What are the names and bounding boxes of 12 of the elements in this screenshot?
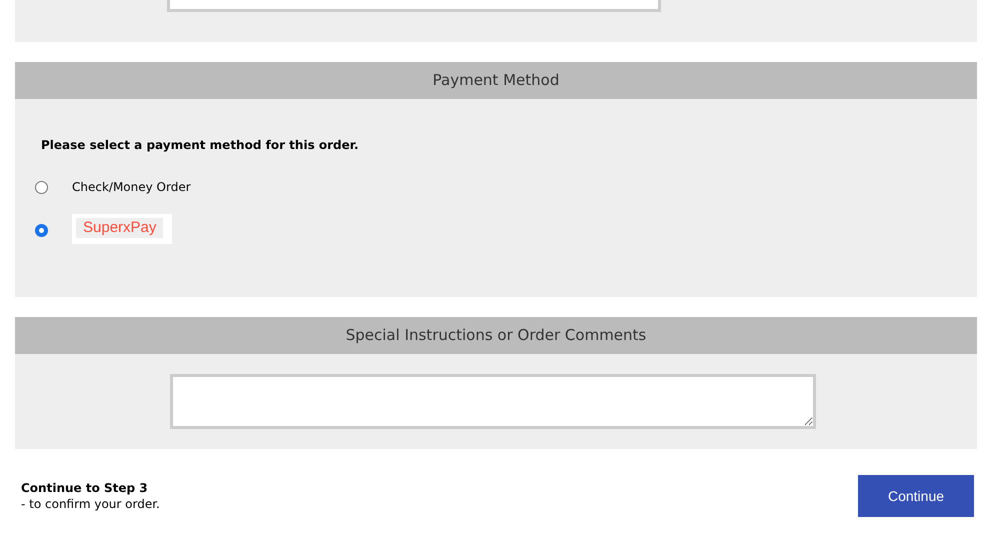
radio-button[interactable] (35, 180, 48, 194)
section-header: Special Instructions or Order Comments (15, 317, 977, 354)
input-field[interactable] (167, 0, 661, 12)
radio-button[interactable] (35, 224, 48, 237)
step-heading: Continue to Step 3 (21, 480, 149, 496)
section-header: Payment Method (15, 62, 977, 99)
option-label: Check/Money Order (72, 179, 191, 196)
continue-button[interactable]: Continue (858, 475, 974, 517)
step-note: - to confirm your order. (21, 496, 160, 512)
prompt-text: Please select a payment method for this order. (41, 137, 360, 154)
comments-field[interactable] (170, 374, 816, 429)
payment-logo: SuperxPay (72, 214, 172, 244)
